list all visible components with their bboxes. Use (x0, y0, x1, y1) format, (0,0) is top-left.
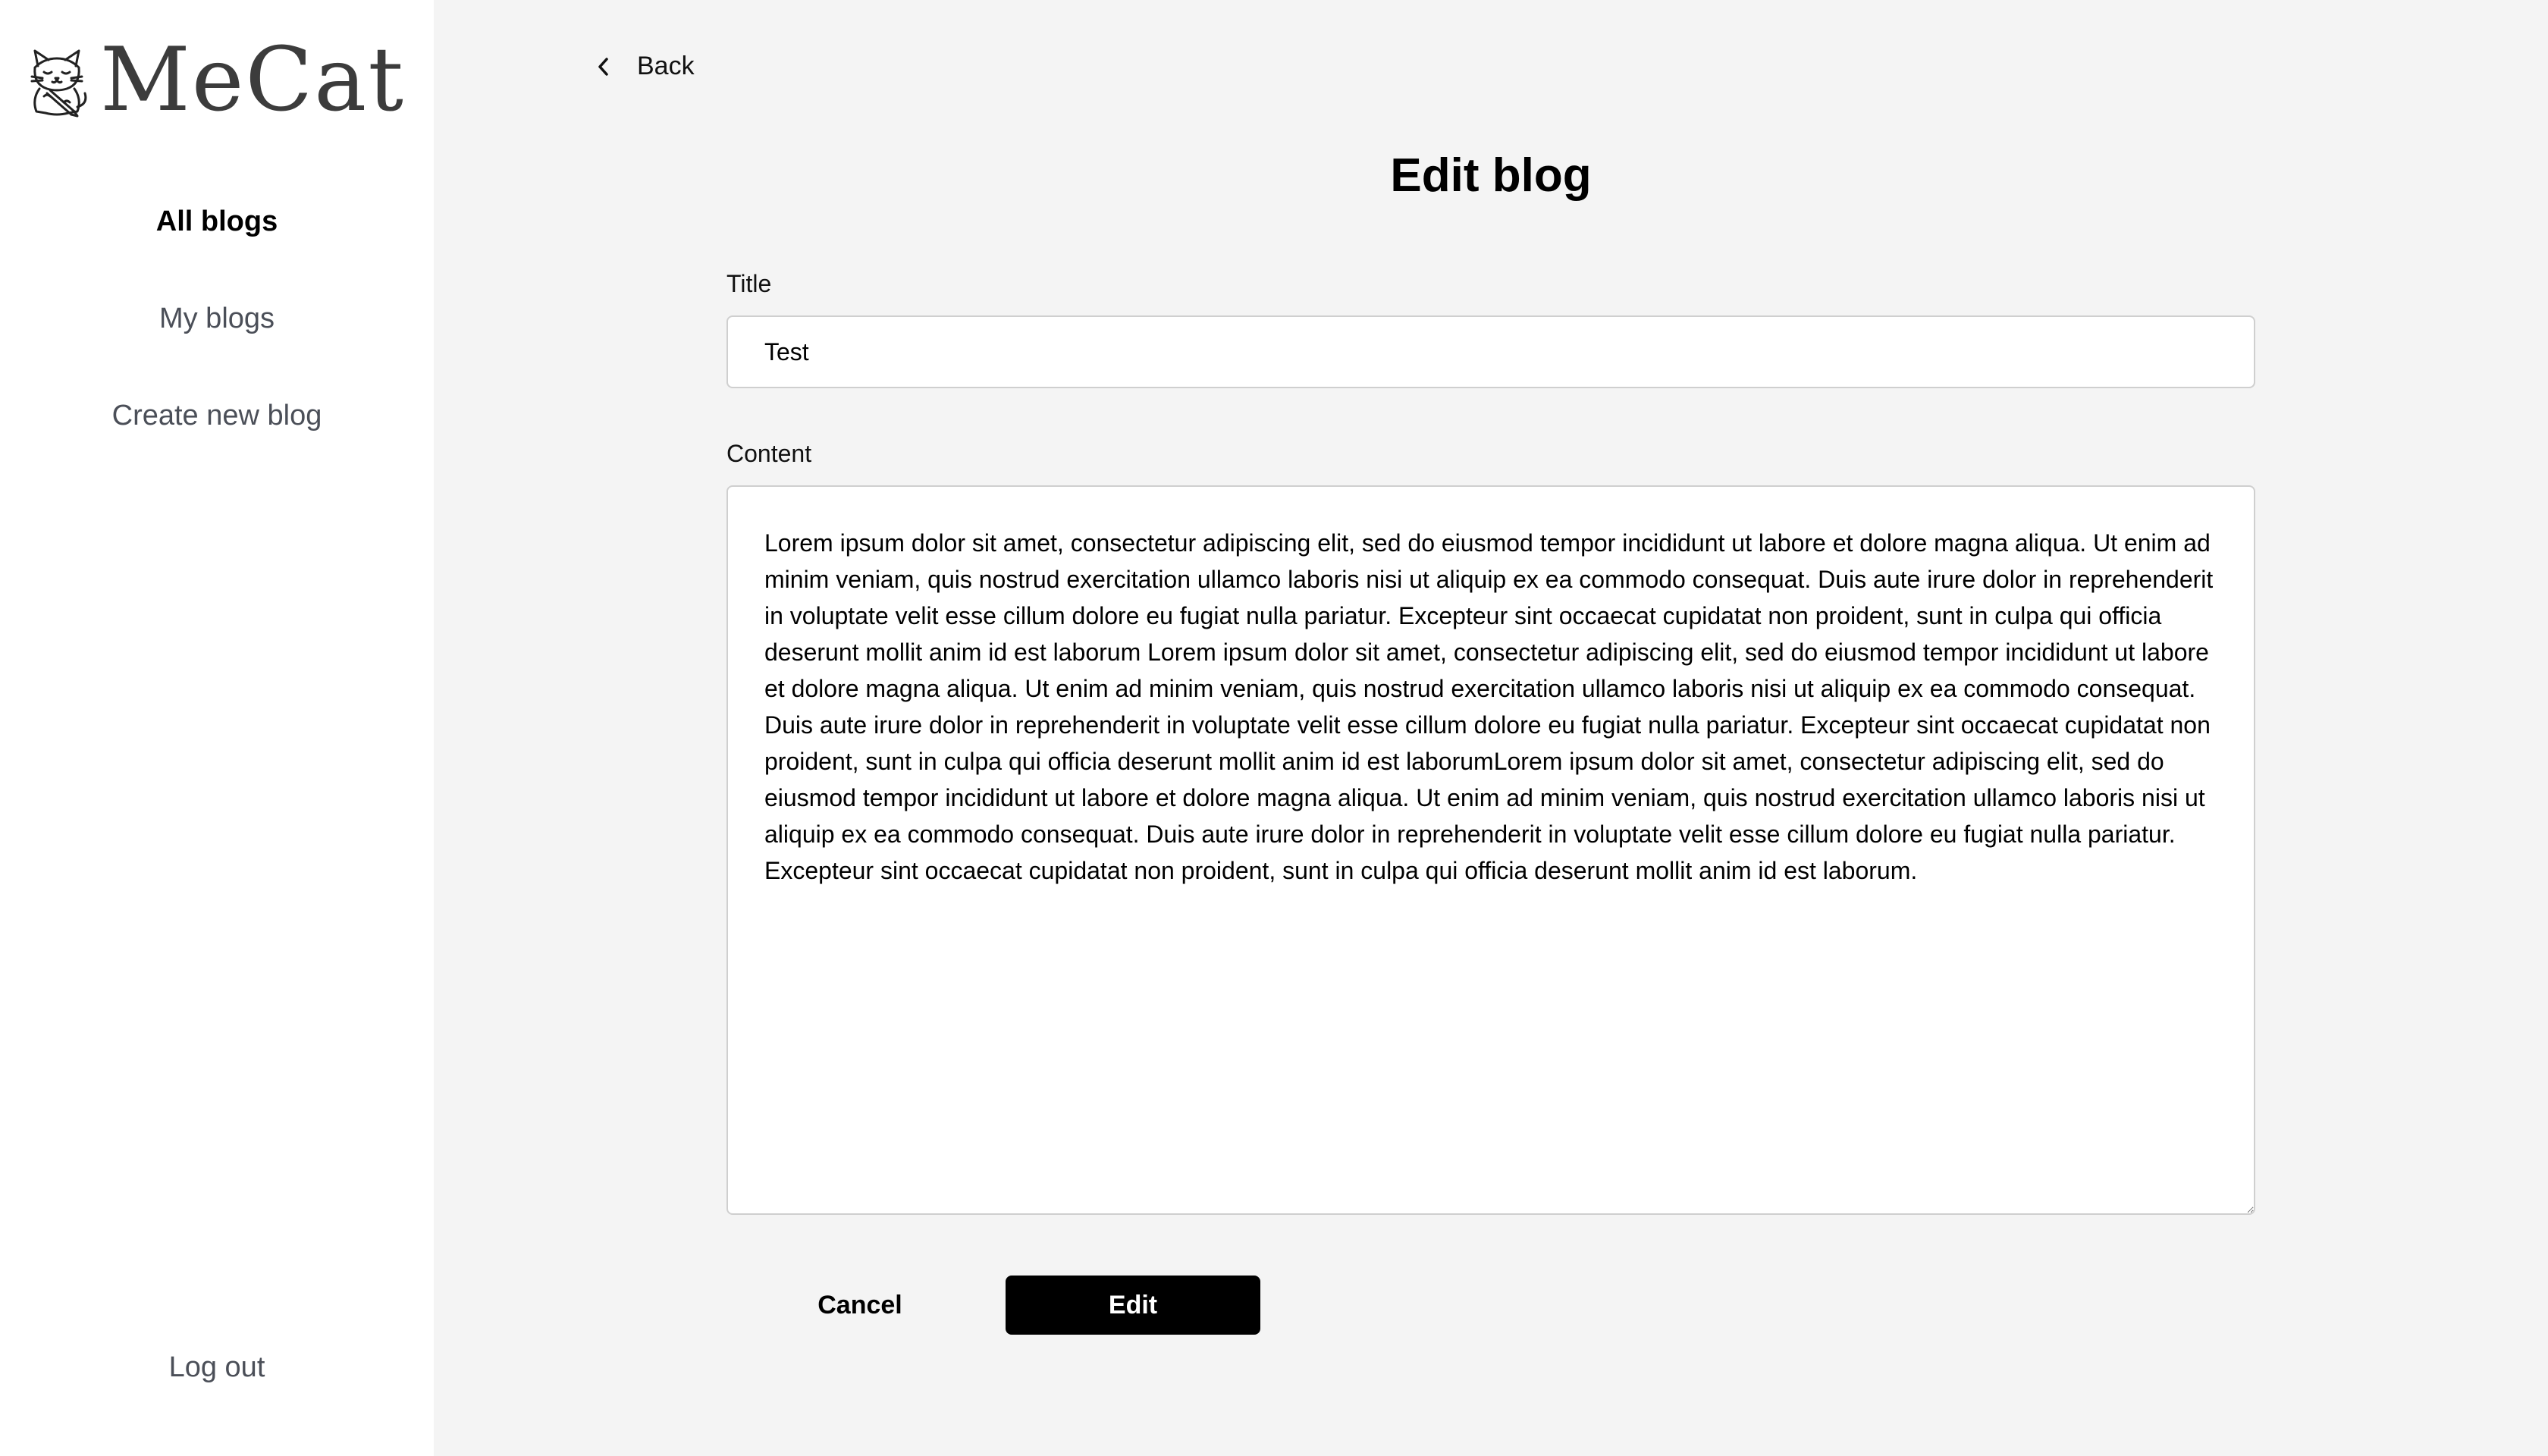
cancel-button[interactable]: Cancel (769, 1276, 951, 1335)
content-label: Content (726, 440, 812, 467)
sidebar-item-my-blogs[interactable]: My blogs (0, 293, 434, 390)
logout-link[interactable]: Log out (0, 1351, 434, 1384)
sidebar-item-all-blogs[interactable]: All blogs (0, 196, 434, 293)
main-content: Back Edit blog Title Content Lorem ipsum… (434, 0, 2548, 1456)
sidebar-item-create-new-blog[interactable]: Create new blog (0, 390, 434, 487)
back-link[interactable]: Back (593, 52, 695, 81)
title-label: Title (726, 270, 772, 297)
page-title: Edit blog (1390, 149, 1592, 202)
chevron-left-icon (598, 57, 608, 76)
app-logo-text: MeCat (100, 29, 405, 131)
app-logo[interactable]: MeCat (24, 36, 405, 124)
edit-button[interactable]: Edit (1006, 1276, 1260, 1335)
back-label: Back (637, 52, 695, 80)
title-input[interactable] (726, 315, 2255, 388)
sidebar-nav: All blogs My blogs Create new blog (0, 196, 434, 487)
sidebar: MeCat All blogs My blogs Create new blog… (0, 0, 434, 1456)
cat-icon (30, 49, 87, 118)
content-textarea[interactable]: Lorem ipsum dolor sit amet, consectetur … (726, 485, 2255, 1215)
